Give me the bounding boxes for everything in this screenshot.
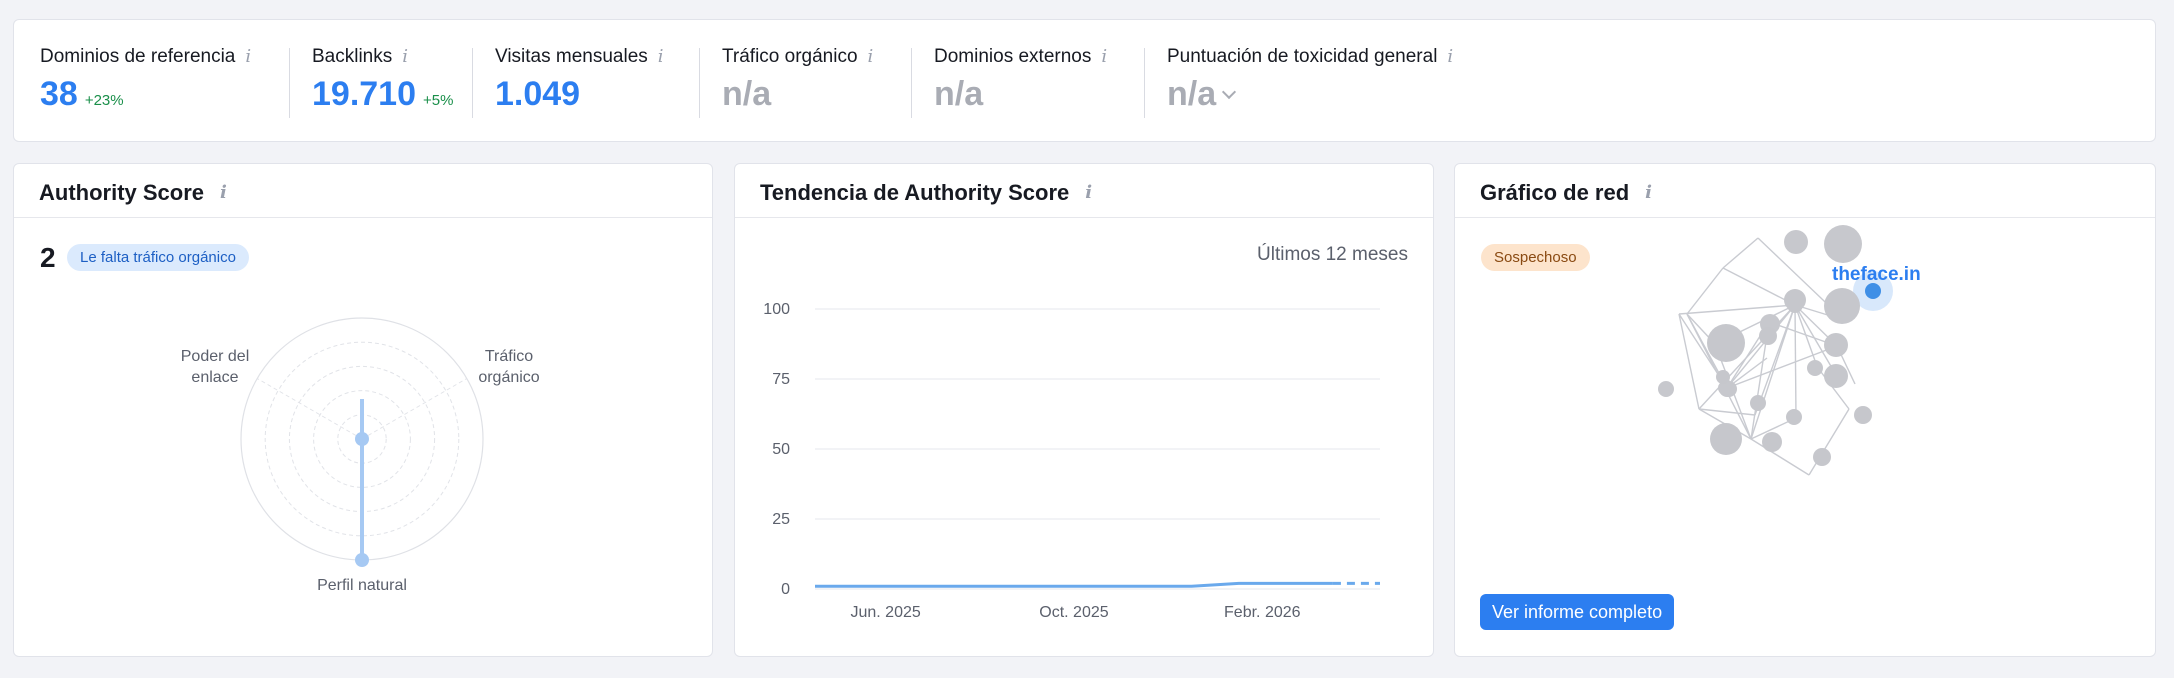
series-line: [815, 581, 1333, 588]
metric-label: Dominios externos: [934, 46, 1092, 67]
network-node-circles: [1707, 288, 1872, 466]
network-node-layer: [1707, 288, 1872, 466]
metric-monthly-visits[interactable]: Visitas mensuales i 1.049: [495, 46, 664, 111]
info-icon[interactable]: i: [1447, 48, 1453, 66]
metric-toxicity[interactable]: Puntuación de toxicidad general i n/a: [1167, 46, 1453, 111]
metric-value[interactable]: 1.049: [495, 77, 580, 111]
metric-delta: +5%: [423, 92, 454, 109]
network-node: [1707, 324, 1745, 362]
network-node: [1854, 406, 1872, 424]
metrics-bar: Dominios de referencia i 38 +23% Backlinks…: [13, 19, 2156, 142]
metric-organic-traffic[interactable]: Tráfico orgánico i n/a: [722, 46, 873, 111]
network-node: [1824, 364, 1848, 388]
network-node: [1762, 432, 1782, 452]
authority-radar-chart: Poder del enlace Tráfico orgánico Perfil…: [181, 317, 540, 594]
metric-label: Backlinks: [312, 46, 393, 67]
metric-label: Tráfico orgánico: [722, 46, 858, 67]
radar-label-link-power-2: enlace: [191, 369, 238, 386]
divider: [472, 48, 473, 118]
radar-point-natural-profile: [355, 553, 369, 567]
network-node: [1759, 327, 1777, 345]
x-tick-label: Jun. 2025: [850, 604, 920, 621]
divider: [1144, 48, 1145, 118]
info-icon[interactable]: i: [245, 48, 251, 66]
metric-value[interactable]: 38: [40, 77, 78, 111]
metric-backlinks[interactable]: Backlinks i 19.710 +5%: [312, 46, 453, 111]
info-icon[interactable]: i: [1101, 48, 1107, 66]
y-tick-label: 100: [763, 301, 790, 318]
network-node: [1824, 333, 1848, 357]
radar-data: [355, 399, 369, 567]
divider: [911, 48, 912, 118]
network-node: [1824, 288, 1860, 324]
radar-label-organic-traffic-1: Tráfico: [485, 348, 533, 365]
network-node: [1807, 360, 1823, 376]
y-tick-label: 0: [781, 581, 790, 598]
radar-spoke: [256, 378, 363, 440]
y-tick-label: 75: [772, 371, 790, 388]
network-node: [1786, 409, 1802, 425]
metric-value[interactable]: 19.710: [312, 77, 416, 111]
authority-trend-panel: Tendencia de Authority Score i Últimos 12…: [734, 163, 1434, 657]
radar-point-center: [355, 432, 369, 446]
network-node: [1784, 289, 1806, 311]
trend-line-chart: 100 75 50 25 0 Jun. 2025 Oct. 2025 Febr. 2026: [763, 301, 1380, 621]
radar-label-organic-traffic-2: orgánico: [478, 369, 539, 386]
network-node: [1710, 423, 1742, 455]
info-icon[interactable]: i: [658, 48, 664, 66]
metric-label: Dominios de referencia: [40, 46, 236, 67]
metric-value: n/a: [934, 75, 984, 113]
info-icon[interactable]: i: [868, 48, 874, 66]
y-tick-label: 25: [772, 511, 790, 528]
network-node: [1716, 370, 1730, 384]
radar-label-link-power-1: Poder del: [181, 348, 250, 365]
network-node: [1813, 448, 1831, 466]
x-tick-label: Febr. 2026: [1224, 604, 1301, 621]
network-node: [1750, 395, 1766, 411]
metric-value: n/a: [722, 75, 772, 113]
metric-label: Puntuación de toxicidad general: [1167, 46, 1438, 67]
chevron-down-icon[interactable]: [1222, 84, 1237, 100]
metric-referring-domains[interactable]: Dominios de referencia i 38 +23%: [40, 46, 251, 111]
x-tick-label: Oct. 2025: [1039, 604, 1108, 621]
radar-label-natural-profile: Perfil natural: [317, 577, 407, 594]
metric-delta: +23%: [84, 92, 124, 109]
metric-label: Visitas mensuales: [495, 46, 648, 67]
authority-score-panel: Authority Score i 2 Le falta tráfico orgá…: [13, 163, 713, 657]
metric-external-domains[interactable]: Dominios externos i n/a: [934, 46, 1107, 111]
radar-spoke: [361, 378, 468, 440]
divider: [699, 48, 700, 118]
info-icon[interactable]: i: [402, 48, 408, 66]
y-tick-label: 50: [772, 441, 790, 458]
metric-value: n/a: [1167, 75, 1217, 113]
divider: [289, 48, 290, 118]
